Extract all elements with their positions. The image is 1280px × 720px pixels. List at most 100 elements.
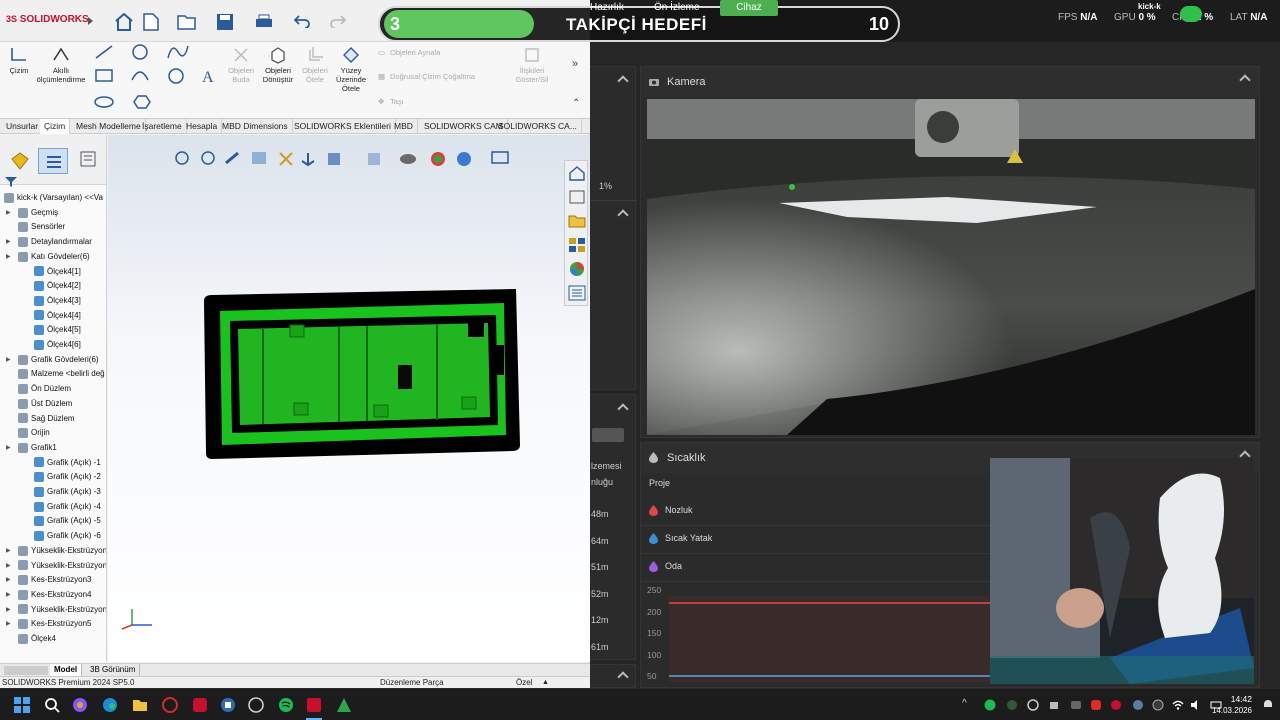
expand-arrow-icon[interactable]: ▶ (6, 588, 11, 602)
tray-app-icon-6[interactable] (1152, 699, 1164, 711)
convert-entities-button[interactable]: Objeleri Dönüştür (258, 46, 298, 84)
expand-arrow-icon[interactable]: ▶ (6, 206, 11, 220)
expand-arrow-icon[interactable]: ▶ (6, 559, 11, 573)
spotify-tray-icon[interactable] (984, 699, 996, 711)
cloud-status-icon[interactable] (1180, 6, 1202, 22)
windows-start-icon[interactable] (14, 697, 30, 713)
relations-button[interactable]: İlişkileri Göster/Sil (510, 46, 554, 84)
ribbon-collapse-icon[interactable]: ⌃ (572, 98, 580, 109)
wifi-icon[interactable] (1172, 699, 1184, 711)
tab-3d-view[interactable]: 3B Görünüm (86, 664, 141, 676)
linear-pattern-button[interactable]: ▦ Doğrusal Çizim Çoğaltma (378, 72, 508, 81)
collapse-icon[interactable] (617, 75, 629, 87)
collapse-icon-4[interactable] (617, 671, 629, 683)
tab-preparation[interactable]: Hazırlık (590, 2, 624, 13)
collapse-icon-3[interactable] (617, 403, 629, 415)
tab-i-şaretleme[interactable]: İşaretleme (138, 119, 187, 134)
tree-item[interactable]: kick-k (Varsayılan) <<Va (4, 191, 103, 205)
offset-entities-button[interactable]: Objeleri Ötele (300, 46, 330, 84)
tree-item[interactable]: ▶ Yükseklik-Ekstrüzyon (6, 544, 106, 558)
design-library-icon[interactable] (568, 189, 586, 205)
tray-app-icon-4[interactable] (1070, 699, 1082, 711)
tree-item[interactable]: Grafik (Açık) -5 (34, 514, 101, 528)
tree-item[interactable]: ▶ Yükseklik-Ekstrüzyon (6, 603, 106, 617)
feature-manager-icon[interactable] (10, 151, 30, 171)
trim-entities-button[interactable]: Objeleri Buda (226, 46, 256, 84)
tree-item[interactable]: ▶ Yükseklik-Ekstrüzyon (6, 559, 106, 573)
tab-hesapla[interactable]: Hesapla (182, 119, 223, 134)
tray-app-icon-3[interactable] (1048, 699, 1060, 711)
graphics-area[interactable] (108, 135, 590, 662)
tab-çizim[interactable]: Çizim (40, 119, 71, 134)
tree-item[interactable]: Grafik (Açık) -6 (34, 529, 101, 543)
tray-record-icon[interactable] (1090, 699, 1102, 711)
tree-item[interactable]: Ölçek4[4] (34, 309, 81, 323)
tree-item[interactable]: Ölçek4[1] (34, 265, 81, 279)
new-file-icon[interactable] (143, 13, 159, 31)
tab-mbd-dimensions[interactable]: MBD Dimensions (218, 119, 293, 134)
camera-collapse-icon[interactable] (1239, 74, 1251, 86)
solidworks-taskbar-icon[interactable] (306, 697, 322, 713)
expand-arrow-icon[interactable]: ▶ (6, 250, 11, 264)
tab-model[interactable]: Model (50, 664, 83, 676)
collapse-icon-2[interactable] (617, 209, 629, 221)
expand-arrow-icon[interactable]: ▶ (6, 235, 11, 249)
expand-arrow-icon[interactable]: ▶ (6, 544, 11, 558)
github-icon[interactable] (248, 697, 264, 713)
tab-mesh-modelleme[interactable]: Mesh Modelleme (72, 119, 146, 134)
tab-scroll[interactable] (4, 666, 48, 675)
filter-icon[interactable] (5, 177, 17, 187)
tab-solidworks-eklentileri[interactable]: SOLIDWORKS Eklentileri (290, 119, 396, 134)
resources-icon[interactable] (568, 165, 586, 181)
tree-item[interactable]: ▶ Kes-Ekstrüzyon5 (6, 617, 91, 631)
offset-on-surface-button[interactable]: Yüzey Üzerinde Ötele (332, 46, 370, 93)
appearances-icon[interactable] (568, 261, 586, 277)
sketch-button[interactable]: Çizim (4, 46, 34, 75)
tree-item[interactable]: Malzeme <belirli değ (18, 367, 105, 381)
expand-arrow-icon[interactable]: ▶ (6, 353, 11, 367)
sketch-tools-icons[interactable]: A (92, 42, 222, 112)
tray-app-icon-2[interactable] (1027, 699, 1039, 711)
units-selector[interactable]: Özel (516, 677, 532, 688)
edge-icon[interactable] (102, 697, 118, 713)
spotify-icon[interactable] (278, 697, 294, 713)
tree-item[interactable]: Ölçek4[3] (34, 294, 81, 308)
property-manager-tab[interactable] (38, 148, 68, 174)
undo-icon[interactable] (294, 14, 310, 28)
save-icon[interactable] (216, 13, 234, 31)
tree-item[interactable]: Ölçek4[2] (34, 279, 81, 293)
file-explorer-icon[interactable] (568, 213, 586, 229)
move-entities-button[interactable]: ✥ Taşı (378, 97, 458, 106)
home-icon[interactable] (114, 13, 134, 31)
kick-model[interactable] (198, 285, 528, 465)
mirror-entities-button[interactable]: ▭ Objeleri Aynala (378, 48, 488, 57)
tree-item[interactable]: Ölçek4 (18, 632, 56, 646)
tree-item[interactable]: Grafik (Açık) -2 (34, 470, 101, 484)
tab-solidworks-ca-[interactable]: SOLIDWORKS CA... (494, 119, 582, 134)
tray-app-icon-5[interactable] (1110, 699, 1122, 711)
tree-item[interactable]: Grafik (Açık) -1 (34, 456, 101, 470)
tree-item[interactable]: Grafik (Açık) -3 (34, 485, 101, 499)
smart-dimension-button[interactable]: Akıllı ölçümlendirme (34, 46, 88, 84)
expand-arrow-icon[interactable]: ▶ (6, 617, 11, 631)
puzzle-app-icon[interactable] (220, 697, 236, 713)
tab-unsurlar[interactable]: Unsurlar (2, 119, 44, 134)
tree-item[interactable]: ▶ Kes-Ekstrüzyon3 (6, 573, 91, 587)
tray-app-icon-1[interactable] (1006, 699, 1018, 711)
search-icon[interactable] (44, 697, 60, 713)
tree-item[interactable]: Ölçek4[6] (34, 338, 81, 352)
steam-icon[interactable] (1132, 699, 1144, 711)
copilot-icon[interactable] (72, 697, 88, 713)
clock-time[interactable]: 14:42 (1218, 694, 1252, 704)
expand-arrow-icon[interactable]: ▶ (6, 573, 11, 587)
tree-item[interactable]: ▶ Grafik Gövdeleri(6) (6, 353, 99, 367)
units-dropdown-icon[interactable]: ▲ (542, 677, 549, 688)
tree-item[interactable]: Orijin (18, 426, 50, 440)
tree-item[interactable]: Grafik (Açık) -4 (34, 500, 101, 514)
clock-date[interactable]: 14.03.2026 (1204, 706, 1252, 715)
expand-arrow-icon[interactable]: ▶ (6, 441, 11, 455)
heads-up-toolbar[interactable] (172, 149, 532, 169)
open-icon[interactable] (177, 13, 197, 31)
tree-item[interactable]: ▶ Kes-Ekstrüzyon4 (6, 588, 91, 602)
tab-preview[interactable]: Ön İzleme (654, 2, 700, 13)
